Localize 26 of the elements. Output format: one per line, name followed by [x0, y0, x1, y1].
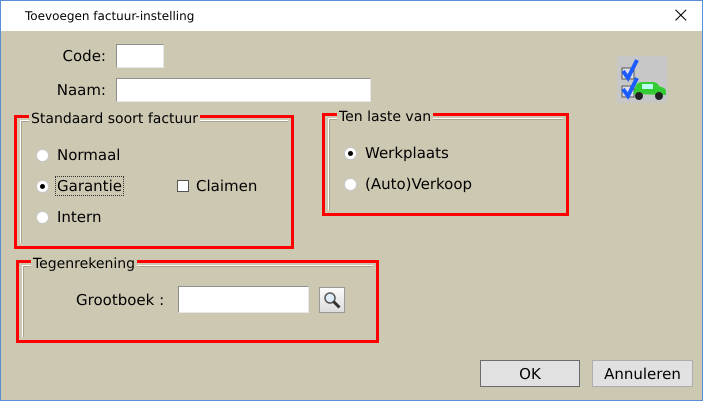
- radio-label[interactable]: Intern: [55, 207, 104, 227]
- search-button[interactable]: [319, 286, 346, 312]
- radio-button[interactable]: [345, 148, 356, 158]
- close-button[interactable]: ×: [668, 5, 694, 27]
- group-title: Tegenrekening: [31, 256, 137, 272]
- radio-label[interactable]: Normaal: [55, 145, 122, 165]
- field-label: Naam:: [56, 81, 106, 99]
- window-title: Toevoegen factuur-instelling: [25, 9, 194, 23]
- checkbox[interactable]: [177, 180, 189, 192]
- radio-button[interactable]: [37, 212, 48, 222]
- dialog-button[interactable]: OK: [480, 360, 580, 387]
- radio-label[interactable]: Werkplaats: [363, 143, 451, 163]
- dialog-button[interactable]: Annuleren: [592, 360, 693, 387]
- field-label: Grootboek :: [76, 290, 164, 308]
- search-icon: [323, 290, 342, 308]
- input-field[interactable]: [178, 286, 310, 313]
- input-field[interactable]: [116, 78, 371, 102]
- checkbox-label[interactable]: Claimen: [196, 177, 258, 195]
- radio-button[interactable]: [37, 180, 48, 192]
- radio-button[interactable]: [37, 150, 48, 160]
- radio-label[interactable]: Garantie: [55, 176, 124, 196]
- checklist-car-icon: [617, 56, 667, 103]
- radio-label[interactable]: (Auto)Verkoop: [363, 174, 474, 194]
- field-label: Code:: [62, 47, 106, 65]
- radio-button[interactable]: [345, 178, 356, 190]
- input-field[interactable]: [116, 44, 164, 68]
